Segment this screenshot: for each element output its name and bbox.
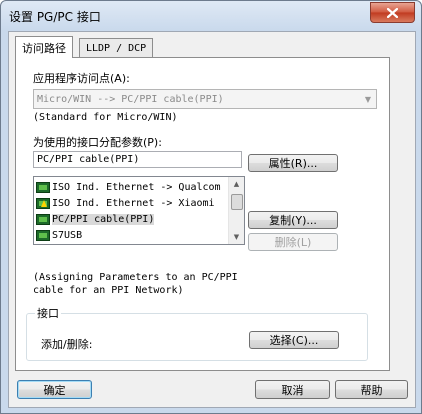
network-adapter-icon <box>36 213 50 225</box>
ok-button[interactable]: 确定 <box>17 380 92 399</box>
assign-note-line1: (Assigning Parameters to an PC/PPI <box>33 272 238 283</box>
copy-button-label: 复制(Y)... <box>269 214 317 227</box>
network-adapter-icon <box>36 229 50 241</box>
title-bar[interactable]: 设置 PG/PC 接口 <box>1 1 421 31</box>
assign-note-line2: cable for an PPI Network) <box>33 285 184 296</box>
scroll-down-icon[interactable]: ▼ <box>229 230 244 244</box>
chevron-down-icon: ▼ <box>364 94 372 104</box>
list-item-label: ISO Ind. Ethernet -> Qualcom <box>52 181 221 193</box>
list-item-label: S7USB <box>52 229 83 241</box>
window-title: 设置 PG/PC 接口 <box>9 10 101 24</box>
access-point-value: Micro/WIN --> PC/PPI cable(PPI) <box>37 93 224 105</box>
list-scrollbar[interactable]: ▲ ▼ <box>228 177 244 244</box>
list-item[interactable]: S7USB <box>36 227 226 243</box>
close-icon <box>387 7 398 18</box>
delete-button[interactable]: 删除(L) <box>248 233 338 251</box>
properties-button-label: 属性(R)... <box>268 157 318 170</box>
tab-lldp-dcp[interactable]: LLDP / DCP <box>79 38 154 57</box>
add-remove-label: 添加/删除: <box>41 338 93 351</box>
cancel-button[interactable]: 取消 <box>255 380 330 399</box>
dialog-body: 访问路径 LLDP / DCP 应用程序访问点(A): Micro/WIN --… <box>8 31 416 408</box>
properties-button[interactable]: 属性(R)... <box>248 154 338 172</box>
list-item-label: ISO Ind. Ethernet -> Xiaomi <box>52 197 215 209</box>
list-item[interactable]: ISO Ind. Ethernet -> Qualcom <box>36 179 226 195</box>
help-button[interactable]: 帮助 <box>335 380 408 399</box>
interface-param-value: PC/PPI cable(PPI) <box>37 154 140 165</box>
select-button-label: 选择(C)... <box>269 334 319 347</box>
network-adapter-warning-icon <box>36 197 50 209</box>
list-item[interactable]: ISO Ind. Ethernet -> Xiaomi <box>36 195 226 211</box>
close-button[interactable] <box>370 2 415 23</box>
scroll-up-icon[interactable]: ▲ <box>229 177 244 191</box>
cancel-button-label: 取消 <box>281 383 304 397</box>
list-item-selected[interactable]: PC/PPI cable(PPI) <box>36 211 226 227</box>
interfaces-group: 接口 添加/删除: 选择(C)... <box>26 305 368 361</box>
access-point-description: (Standard for Micro/WIN) <box>33 112 178 123</box>
tab-panel-access-path: 应用程序访问点(A): Micro/WIN --> PC/PPI cable(P… <box>15 57 390 371</box>
interface-param-label: 为使用的接口分配参数(P): <box>33 136 162 149</box>
interfaces-group-title: 接口 <box>35 305 61 321</box>
dialog-window: 设置 PG/PC 接口 访问路径 LLDP / DCP 应用程序访问点(A): … <box>0 0 422 414</box>
network-adapter-icon <box>36 181 50 193</box>
delete-button-label: 删除(L) <box>274 236 312 249</box>
help-button-label: 帮助 <box>360 383 383 397</box>
tab-access-path[interactable]: 访问路径 <box>15 36 73 58</box>
copy-button[interactable]: 复制(Y)... <box>248 211 338 229</box>
access-point-label: 应用程序访问点(A): <box>33 72 130 85</box>
scroll-thumb[interactable] <box>231 194 243 210</box>
interface-listbox[interactable]: ISO Ind. Ethernet -> Qualcom ISO Ind. Et… <box>33 176 245 245</box>
access-point-select[interactable]: Micro/WIN --> PC/PPI cable(PPI) ▼ <box>33 89 377 109</box>
list-item-label: PC/PPI cable(PPI) <box>52 213 155 225</box>
tab-label: 访问路径 <box>22 41 66 55</box>
ok-button-label: 确定 <box>43 383 66 397</box>
tab-label: LLDP / DCP <box>86 42 147 54</box>
select-button[interactable]: 选择(C)... <box>249 331 339 349</box>
interface-param-field[interactable]: PC/PPI cable(PPI) <box>33 151 242 168</box>
